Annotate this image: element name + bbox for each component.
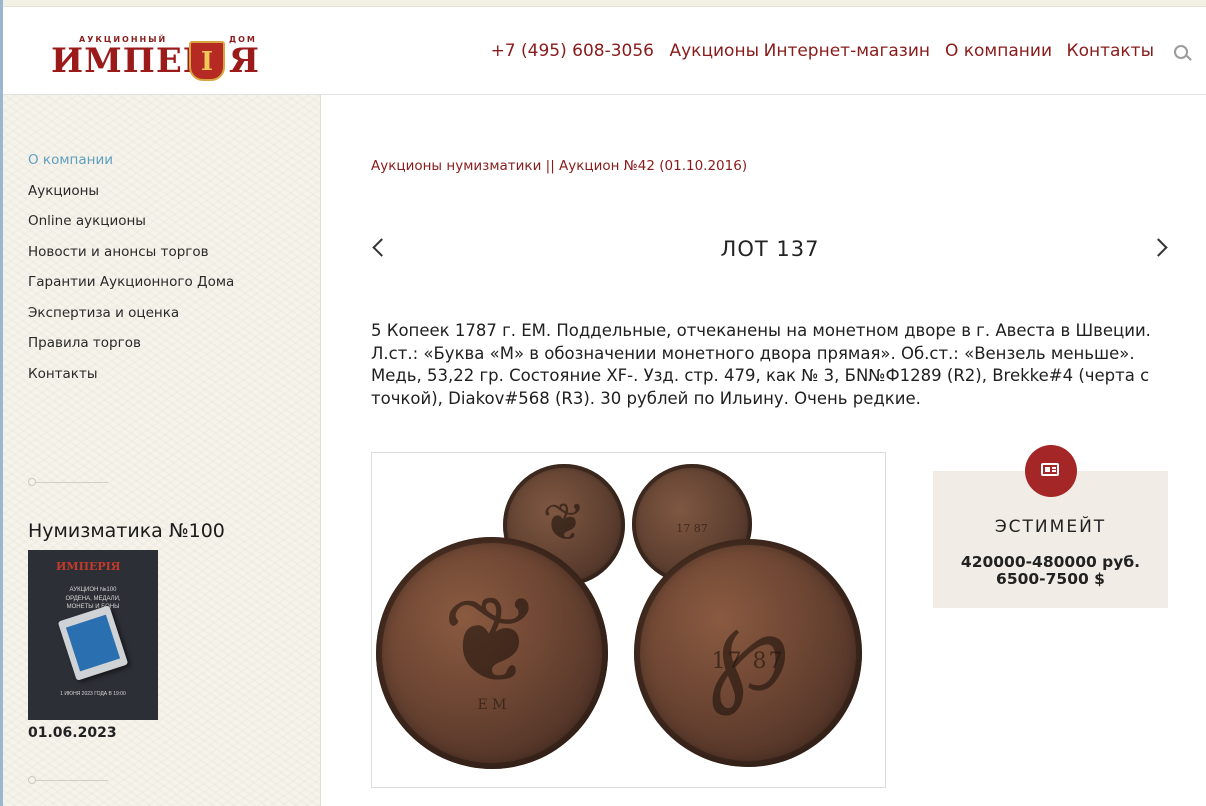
lot-navigation: ЛОТ 137 <box>371 235 1169 265</box>
sidebar-divider-bottom <box>28 776 108 786</box>
catalog-cover-box-image <box>57 605 129 681</box>
catalog-date: 01.06.2023 <box>28 725 117 741</box>
lot-title: ЛОТ 137 <box>720 237 820 261</box>
sidebar-item-online-auctions[interactable]: Online аукционы <box>28 211 234 242</box>
small-reverse-year: 17 87 <box>676 522 708 535</box>
logo-text-right: Я <box>229 41 260 81</box>
coin-obverse-large: ❦ Е М <box>376 537 608 769</box>
catalog-cover-footer: 1 ИЮНЯ 2023 ГОДА В 19:00 <box>60 691 126 697</box>
estimate-badge <box>1025 445 1077 497</box>
nav-item-shop[interactable]: Интернет-магазин <box>764 41 930 61</box>
price-card-icon <box>1041 463 1059 476</box>
main-content: Аукционы нумизматики || Аукцион №42 (01.… <box>321 95 1206 806</box>
lot-description: 5 Копеек 1787 г. ЕМ. Поддельные, отчекан… <box>371 321 1151 408</box>
logo-text-left: ИМПЕР <box>51 41 210 81</box>
estimate-title: ЭСТИМЕЙТ <box>994 517 1107 537</box>
sidebar-item-expertise[interactable]: Экспертиза и оценка <box>28 303 234 334</box>
divider-dot <box>28 478 36 486</box>
double-headed-eagle-icon: ❦ <box>441 572 543 711</box>
mint-letters: Е М <box>477 697 507 713</box>
site-header: АУКЦИОННЫЙ ДОМ ИМПЕР І Я +7 (495) 608-30… <box>3 7 1206 95</box>
sidebar-divider-top <box>28 478 108 488</box>
lot-photo[interactable]: ❦ 17 87 ❦ Е М ℘ 17 87 <box>371 452 886 788</box>
nav-item-about[interactable]: О компании <box>945 41 1052 61</box>
sidebar-item-rules[interactable]: Правила торгов <box>28 333 234 364</box>
sidebar-item-guarantees[interactable]: Гарантии Аукционного Дома <box>28 272 234 303</box>
sidebar-item-auctions[interactable]: Аукционы <box>28 181 234 212</box>
nav-item-contacts[interactable]: Контакты <box>1067 41 1155 61</box>
sidebar: О компании Аукционы Online аукционы Ново… <box>3 95 321 806</box>
sidebar-item-news[interactable]: Новости и анонсы торгов <box>28 242 234 273</box>
divider-dot <box>28 776 36 784</box>
logo-shield-icon: І <box>189 41 225 81</box>
catalog-cover-image[interactable]: ИМПЕРІЯ АУКЦИОН №100 ОРДЕНА, МЕДАЛИ, МОН… <box>28 550 158 720</box>
catalog-title[interactable]: Нумизматика №100 <box>28 520 225 542</box>
estimate-rub: 420000-480000 руб. <box>960 553 1141 571</box>
sidebar-menu: О компании Аукционы Online аукционы Ново… <box>28 150 234 394</box>
divider-line <box>36 780 108 781</box>
coin-year: 17 87 <box>711 649 785 674</box>
divider-line <box>36 482 108 483</box>
nav-phone-link[interactable]: +7 (495) 608-3056 <box>491 41 654 61</box>
sidebar-item-about[interactable]: О компании <box>28 150 234 181</box>
main-nav: +7 (495) 608-3056 Аукционы Интернет-мага… <box>491 41 1192 65</box>
catalog-cover-line2: ОРДЕНА, МЕДАЛИ, <box>65 596 121 602</box>
coin-reverse-large: ℘ 17 87 <box>634 539 862 767</box>
nav-item-auctions[interactable]: Аукционы <box>669 41 759 61</box>
catalog-cover-logo: ИМПЕРІЯ <box>56 560 121 573</box>
estimate-panel: ЭСТИМЕЙТ 420000-480000 руб. 6500-7500 $ <box>933 445 1168 608</box>
catalog-cover-line1: АУКЦИОН №100 <box>69 587 117 593</box>
logo[interactable]: АУКЦИОННЫЙ ДОМ ИМПЕР І Я <box>51 35 261 91</box>
breadcrumb[interactable]: Аукционы нумизматики || Аукцион №42 (01.… <box>371 158 747 174</box>
estimate-usd: 6500-7500 $ <box>996 570 1105 588</box>
search-icon[interactable] <box>1174 45 1188 59</box>
sidebar-item-contacts[interactable]: Контакты <box>28 364 234 395</box>
top-strip <box>0 0 1206 7</box>
